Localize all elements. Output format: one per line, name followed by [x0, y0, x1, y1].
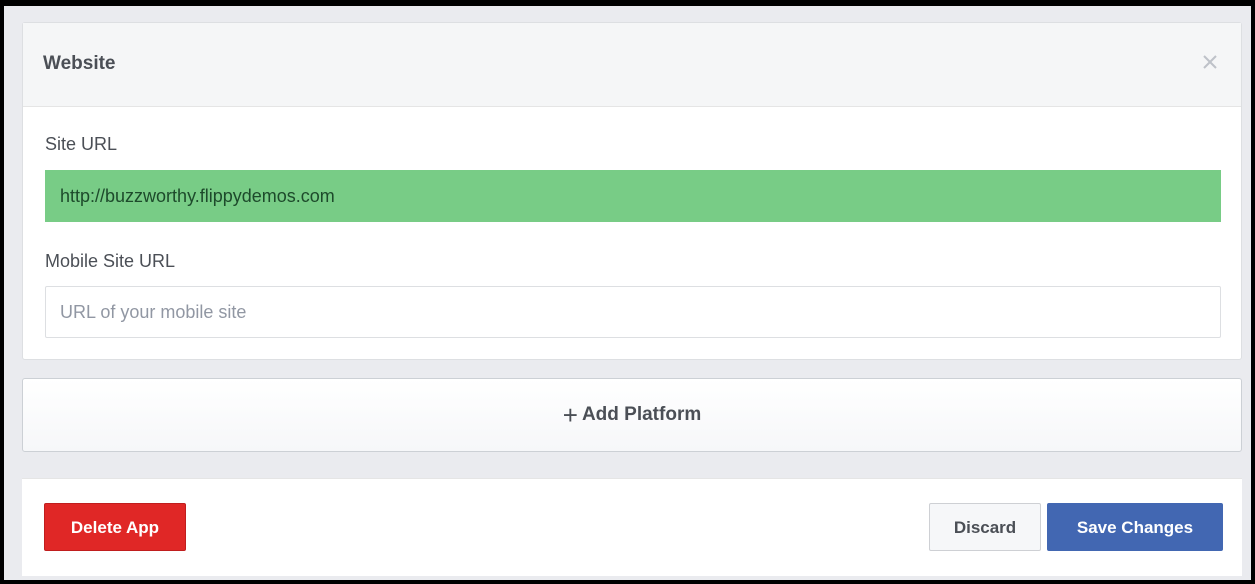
- site-url-label: Site URL: [45, 134, 118, 154]
- mobile-site-url-label: Mobile Site URL: [45, 251, 176, 271]
- save-changes-button[interactable]: Save Changes: [1047, 503, 1223, 551]
- close-icon[interactable]: [1199, 51, 1221, 73]
- mobile-site-url-input[interactable]: [45, 286, 1221, 338]
- site-url-input[interactable]: [45, 170, 1221, 222]
- panel-footer: Delete App Discard Save Changes: [22, 478, 1242, 576]
- app-settings-frame: Website Site URL Mobile Site URL + Add P…: [0, 0, 1255, 584]
- add-platform-label: Add Platform: [581, 404, 702, 425]
- discard-button[interactable]: Discard: [929, 503, 1041, 551]
- delete-app-button[interactable]: Delete App: [44, 503, 186, 551]
- panel-header: Website: [23, 23, 1241, 107]
- plus-icon: +: [562, 400, 578, 430]
- add-platform-button[interactable]: + Add Platform: [22, 378, 1242, 452]
- panel-title: Website: [43, 53, 116, 74]
- website-platform-panel: Website Site URL Mobile Site URL: [22, 22, 1242, 360]
